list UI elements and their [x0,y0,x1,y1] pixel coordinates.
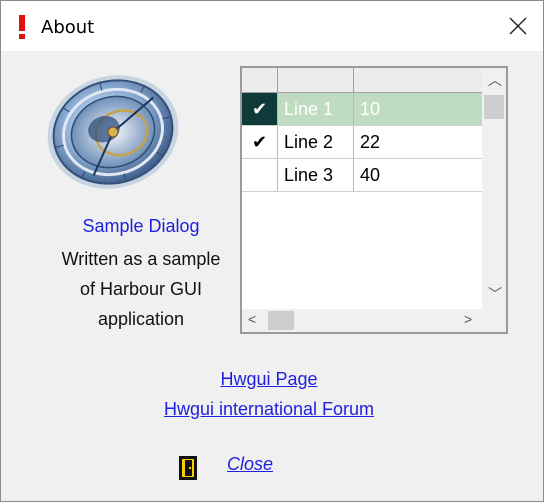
sample-dialog-title: Sample Dialog [82,216,200,236]
exclamation-icon [19,15,25,39]
description-line-3: application [97,309,185,329]
row-value-cell[interactable]: 40 [354,159,483,191]
scroll-left-icon[interactable]: < [248,311,256,327]
title-bar: About [1,1,543,51]
close-icon [509,17,527,35]
table-row[interactable]: ✔ Line 2 22 [242,126,483,159]
row-value-cell[interactable]: 10 [354,93,483,125]
header-cell-1[interactable] [278,68,354,92]
close-window-button[interactable] [493,1,543,51]
hwgui-page-link[interactable]: Hwgui Page [141,369,397,390]
description-line-1: Written as a sample [61,249,221,269]
close-label[interactable]: Close [227,454,273,475]
exit-door-icon [179,456,197,480]
scroll-right-icon[interactable]: > [464,311,472,327]
table-row[interactable]: ✔ Line 1 10 [242,93,483,126]
row-value-cell[interactable]: 22 [354,126,483,158]
data-grid[interactable]: ✔ Line 1 10 ✔ Line 2 22 Line 3 40 ︿ ﹀ < … [240,66,508,334]
horizontal-scrollbar[interactable]: < > [242,309,483,332]
scrollbar-corner [482,309,506,332]
scroll-down-icon[interactable]: ﹀ [488,284,502,304]
row-check[interactable]: ✔ [242,93,278,125]
row-check[interactable] [242,159,278,191]
table-row[interactable]: Line 3 40 [242,159,483,192]
horizontal-scroll-thumb[interactable] [268,311,294,330]
row-name-cell[interactable]: Line 3 [278,159,354,191]
grid-header [242,68,483,93]
description-line-2: of Harbour GUI [79,279,203,299]
row-check[interactable]: ✔ [242,126,278,158]
header-cell-2[interactable] [354,68,483,92]
row-name-cell[interactable]: Line 2 [278,126,354,158]
scroll-up-icon[interactable]: ︿ [488,70,502,90]
hwgui-forum-link[interactable]: Hwgui international Forum [141,399,397,420]
window-title: About [41,17,95,38]
about-dialog: About Sample Dialog Written as a sample … [0,0,544,502]
vertical-scroll-thumb[interactable] [484,95,504,119]
header-cell-marker[interactable] [242,68,278,92]
row-name-cell[interactable]: Line 1 [278,93,354,125]
vertical-scrollbar[interactable]: ︿ ﹀ [482,68,506,309]
astronomical-clock-icon [47,75,179,189]
